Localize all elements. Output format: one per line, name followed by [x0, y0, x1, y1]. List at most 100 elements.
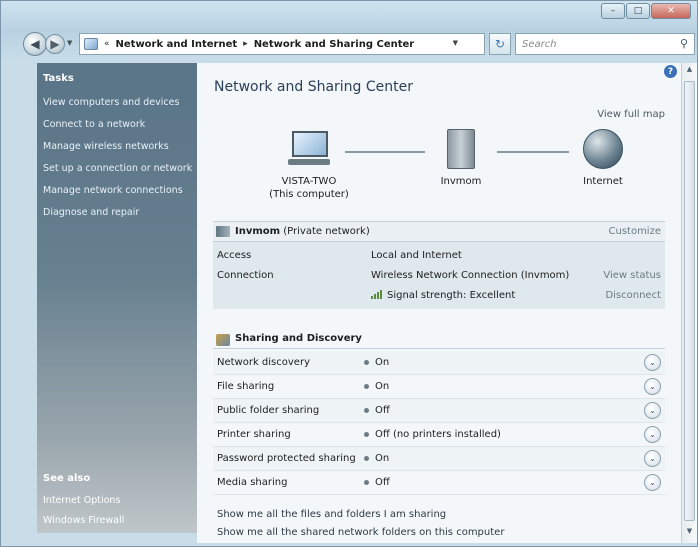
recent-pages-dropdown-icon[interactable]: ▼ — [67, 39, 72, 47]
sharing-row-media: Media sharing Off ⌄ — [213, 471, 665, 495]
map-node-internet[interactable]: Internet — [553, 127, 653, 188]
show-shared-folders-link[interactable]: Show me all the shared network folders o… — [217, 527, 504, 543]
breadcrumb-network-and-internet[interactable]: Network and Internet — [116, 39, 238, 50]
internet-globe-icon — [583, 129, 623, 169]
show-shared-files-link[interactable]: Show me all the files and folders I am s… — [217, 509, 504, 527]
sharing-and-discovery-box: Sharing and Discovery Network discovery … — [213, 329, 665, 499]
address-toolbar: ◀ ▶ ▼ « Network and Internet ▸ Network a… — [1, 29, 697, 59]
expand-chevron-icon[interactable]: ⌄ — [644, 450, 661, 467]
customize-link[interactable]: Customize — [609, 226, 662, 237]
network-row: Connection Wireless Network Connection (… — [213, 266, 665, 286]
expand-chevron-icon[interactable]: ⌄ — [644, 402, 661, 419]
sharing-title: Sharing and Discovery — [235, 333, 362, 344]
sharing-row-status: On — [375, 381, 390, 392]
status-dot-icon — [364, 408, 369, 413]
see-also-windows-firewall[interactable]: Windows Firewall — [43, 515, 124, 535]
expand-chevron-icon[interactable]: ⌄ — [644, 354, 661, 371]
maximize-button[interactable]: □ — [626, 3, 650, 19]
network-row-value: Wireless Network Connection (Invmom) — [371, 270, 570, 281]
status-dot-icon — [364, 456, 369, 461]
breadcrumb-network-and-sharing-center[interactable]: Network and Sharing Center — [254, 39, 415, 50]
status-dot-icon — [364, 360, 369, 365]
network-name: Invmom — [235, 226, 281, 237]
sharing-row-status: Off (no printers installed) — [375, 429, 501, 440]
main-content: ? Network and Sharing Center View full m… — [197, 63, 681, 543]
network-type: (Private network) — [283, 226, 370, 237]
address-dropdown-icon[interactable]: ▼ — [453, 39, 458, 47]
search-placeholder: Search — [522, 38, 557, 50]
network-row: Access Local and Internet — [213, 246, 665, 266]
search-input[interactable]: Search ⚲ — [515, 33, 695, 55]
address-bar[interactable]: « Network and Internet ▸ Network and Sha… — [79, 33, 485, 55]
sharing-icon — [216, 334, 230, 346]
network-row-key: Connection — [217, 270, 274, 281]
sharing-row-status: On — [375, 357, 390, 368]
network-row-key: Access — [217, 250, 252, 261]
task-link-view-computers[interactable]: View computers and devices — [43, 97, 192, 119]
status-dot-icon — [364, 384, 369, 389]
network-row: Signal strength: Excellent Disconnect — [213, 286, 665, 306]
sharing-row-label: Public folder sharing — [217, 405, 320, 416]
map-node-router[interactable]: Invmom — [411, 127, 511, 188]
scroll-up-icon[interactable]: ▲ — [683, 65, 696, 79]
computer-name: VISTA-TWO — [281, 176, 337, 187]
breadcrumb-separator-icon[interactable]: ▸ — [243, 39, 248, 49]
search-icon[interactable]: ⚲ — [680, 37, 688, 50]
expand-chevron-icon[interactable]: ⌄ — [644, 474, 661, 491]
task-link-manage-wireless[interactable]: Manage wireless networks — [43, 141, 192, 163]
disconnect-link[interactable]: Disconnect — [605, 290, 661, 301]
sharing-row-password-protected: Password protected sharing On ⌄ — [213, 447, 665, 471]
task-list: View computers and devices Connect to a … — [43, 97, 192, 229]
task-link-connect-network[interactable]: Connect to a network — [43, 119, 192, 141]
tasks-heading: Tasks — [43, 73, 74, 84]
forward-button[interactable]: ▶ — [45, 34, 65, 54]
close-button[interactable]: ✕ — [651, 3, 691, 19]
refresh-icon: ↻ — [494, 37, 506, 51]
see-also-heading: See also — [43, 473, 91, 484]
help-icon[interactable]: ? — [664, 65, 677, 78]
sharing-row-printer: Printer sharing Off (no printers install… — [213, 423, 665, 447]
private-network-icon — [216, 226, 230, 237]
view-status-link[interactable]: View status — [603, 270, 661, 281]
back-arrow-icon: ◀ — [30, 37, 40, 51]
see-also-internet-options[interactable]: Internet Options — [43, 495, 124, 515]
expand-chevron-icon[interactable]: ⌄ — [644, 378, 661, 395]
scroll-thumb[interactable] — [684, 81, 695, 521]
view-full-map-link[interactable]: View full map — [597, 109, 665, 120]
sharing-row-file-sharing: File sharing On ⌄ — [213, 375, 665, 399]
sharing-row-label: Password protected sharing — [217, 453, 356, 464]
network-folder-icon — [84, 38, 98, 50]
expand-chevron-icon[interactable]: ⌄ — [644, 426, 661, 443]
back-button[interactable]: ◀ — [23, 32, 47, 56]
map-node-computer[interactable]: VISTA-TWO (This computer) — [259, 127, 359, 201]
network-details-box: Invmom (Private network) Customize Acces… — [213, 221, 665, 309]
network-title: Invmom (Private network) — [235, 226, 370, 237]
refresh-button[interactable]: ↻ — [489, 33, 511, 55]
sharing-row-label: Media sharing — [217, 477, 288, 488]
sharing-row-label: File sharing — [217, 381, 275, 392]
page-title: Network and Sharing Center — [214, 79, 414, 95]
task-link-setup-connection[interactable]: Set up a connection or network — [43, 163, 192, 185]
forward-arrow-icon: ▶ — [50, 37, 60, 51]
address-overflow-chevron[interactable]: « — [104, 39, 110, 49]
signal-strength: Signal strength: Excellent — [371, 290, 515, 301]
sharing-row-label: Network discovery — [217, 357, 310, 368]
computer-icon — [286, 129, 332, 169]
task-link-manage-connections[interactable]: Manage network connections — [43, 185, 192, 207]
router-icon — [447, 129, 475, 169]
title-bar: – □ ✕ — [1, 1, 697, 27]
scroll-down-icon[interactable]: ▼ — [683, 527, 696, 541]
sharing-row-status: Off — [375, 405, 390, 416]
minimize-button[interactable]: – — [601, 3, 625, 19]
task-pane: Tasks View computers and devices Connect… — [37, 63, 197, 533]
sharing-row-label: Printer sharing — [217, 429, 291, 440]
internet-name: Internet — [583, 176, 623, 187]
signal-strength-icon — [371, 290, 385, 299]
network-row-value: Local and Internet — [371, 250, 462, 261]
signal-strength-text: Signal strength: Excellent — [387, 290, 516, 301]
sharing-header: Sharing and Discovery — [213, 329, 665, 349]
computer-sub-label: (This computer) — [269, 189, 349, 200]
task-link-diagnose-repair[interactable]: Diagnose and repair — [43, 207, 192, 229]
caption-buttons: – □ ✕ — [601, 3, 691, 19]
vertical-scrollbar[interactable]: ▲ ▼ — [681, 63, 697, 543]
